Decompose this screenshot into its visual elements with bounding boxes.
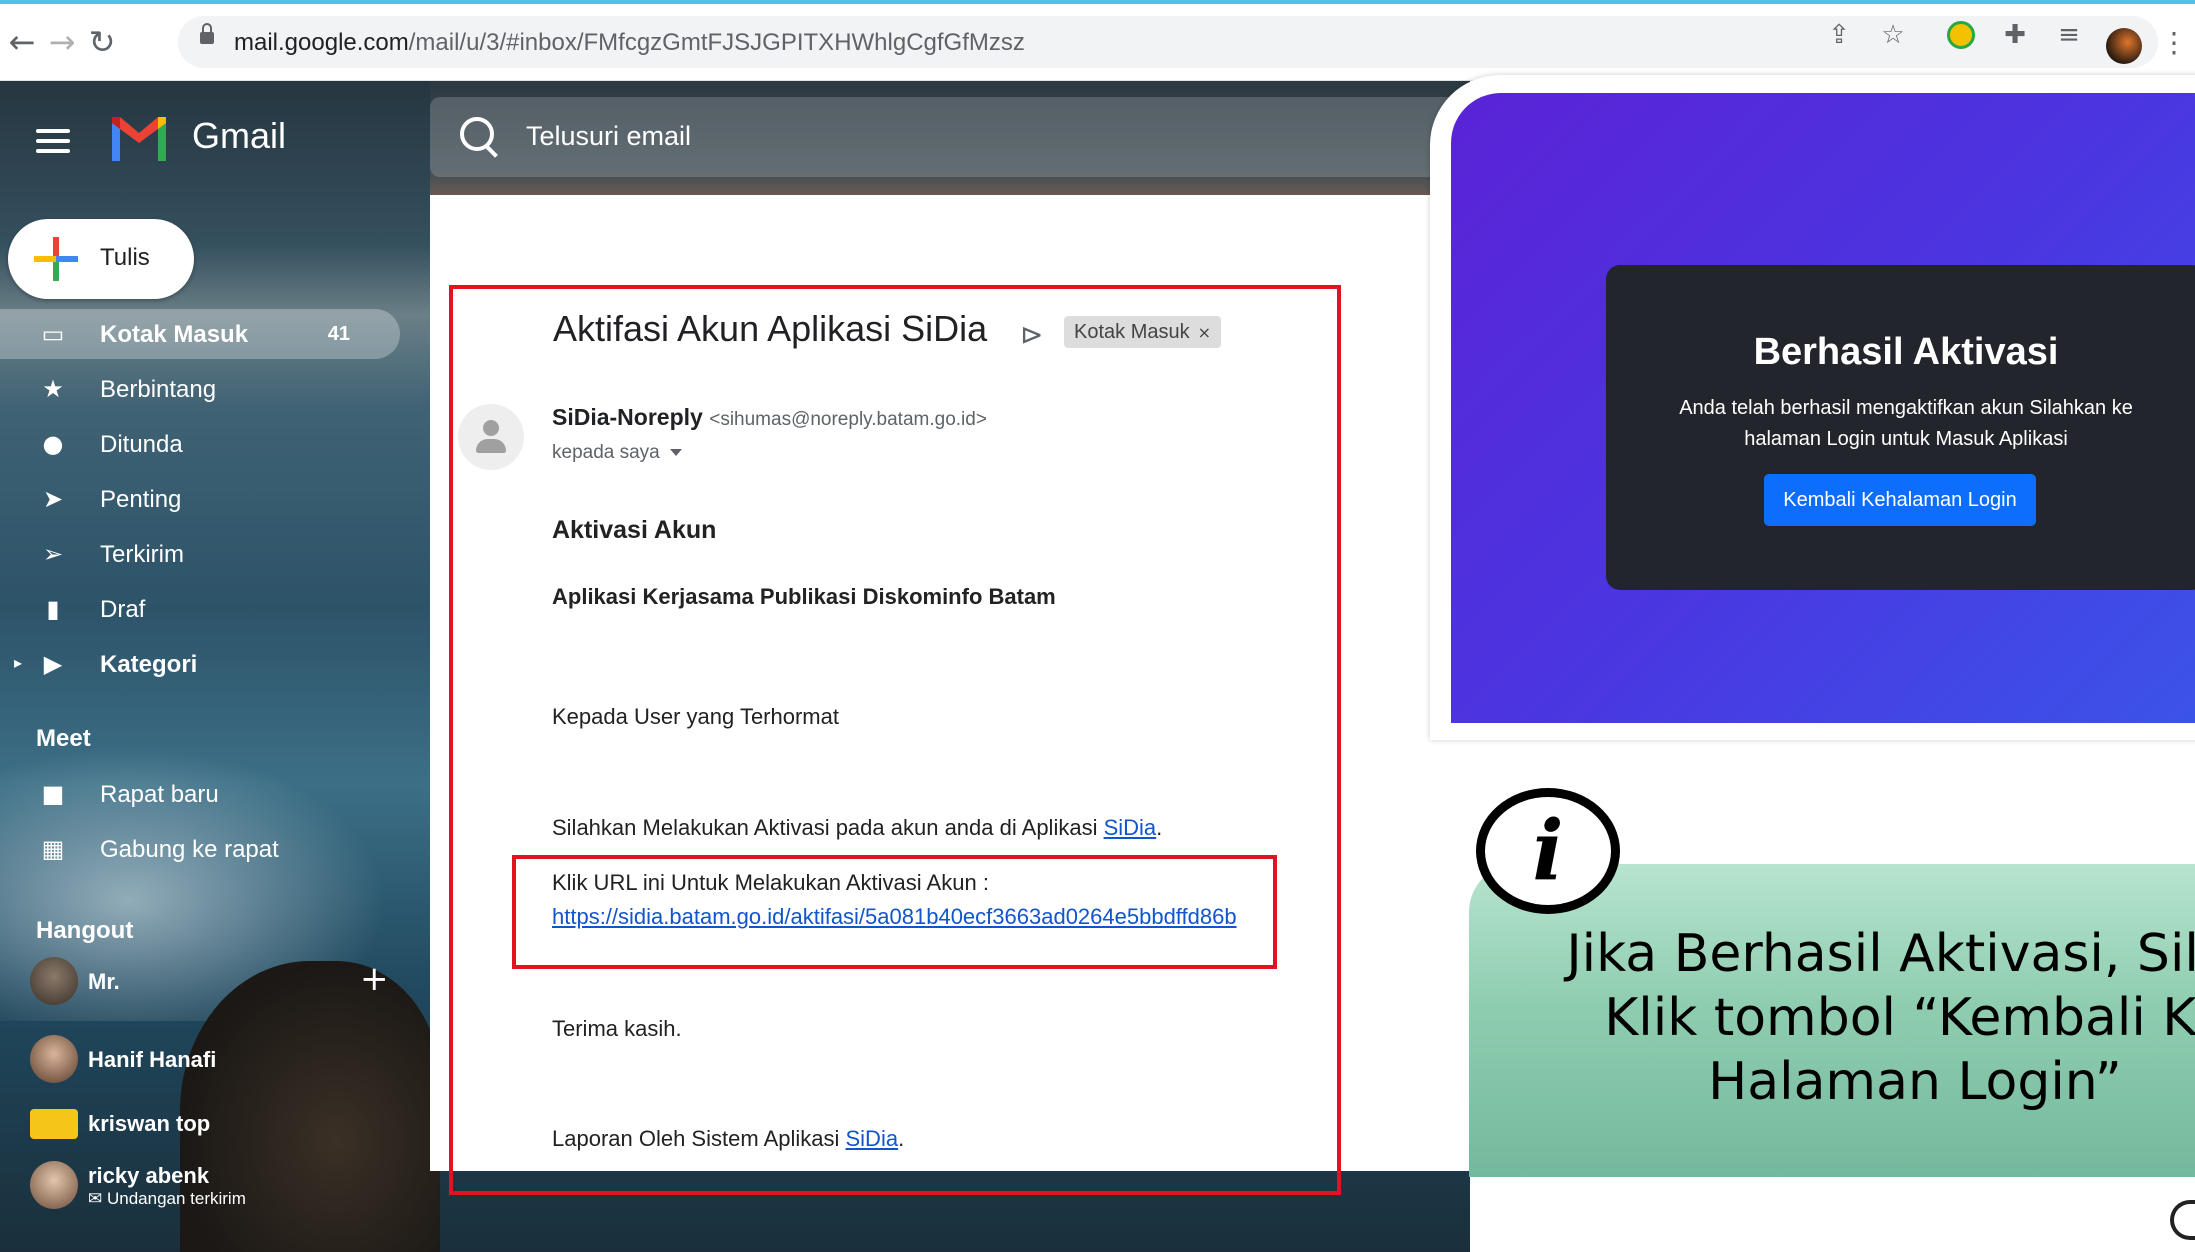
meet-heading: Meet [36, 725, 91, 752]
sidebar-item-label: Ditunda [100, 431, 183, 458]
avatar [30, 957, 78, 1005]
reload-icon[interactable]: ↻ [82, 22, 122, 62]
add-contact-icon[interactable]: + [360, 959, 389, 999]
info-glyph: i [1532, 803, 1564, 899]
search-bar[interactable]: Telusuri email [430, 97, 1470, 177]
avatar [30, 1109, 78, 1139]
info-line: Klik tombol “Kembali Ke [1604, 988, 2195, 1048]
contact-status-text: Undangan terkirim [106, 1189, 246, 1208]
sidebar-item-label: Terkirim [100, 541, 184, 568]
main-menu-icon[interactable] [36, 123, 70, 159]
browser-toolbar: ← → ↻ mail.google.com/mail/u/3/#inbox/FM… [0, 4, 2195, 81]
info-callout-text: Jika Berhasil Aktivasi, Silah Klik tombo… [1480, 922, 2195, 1114]
star-bookmark-icon[interactable]: ☆ [1876, 18, 1910, 52]
lock-icon [200, 23, 214, 44]
hangout-contact[interactable]: kriswan top [30, 1099, 410, 1151]
sidebar-item-snoozed[interactable]: ● Ditunda [0, 419, 400, 469]
inbox-icon: ▭ [41, 320, 65, 348]
url-text[interactable]: mail.google.com/mail/u/3/#inbox/FMfcgzGm… [234, 29, 1025, 57]
important-icon: ➤ [42, 485, 64, 513]
browser-menu-icon[interactable]: ⋮ [2160, 26, 2188, 59]
compose-label: Tulis [100, 244, 150, 271]
sidebar-item-drafts[interactable]: ▮ Draf [0, 584, 400, 634]
hangout-contact[interactable]: Mr. + [30, 957, 410, 1009]
email-highlight-frame [449, 285, 1341, 1195]
compose-plus-icon [34, 237, 78, 281]
star-icon: ★ [42, 375, 64, 403]
url-host: mail.google.com [234, 29, 409, 56]
contact-name: Mr. [88, 969, 120, 994]
sidebar-item-categories[interactable]: ▸ ▶ Kategori [0, 639, 400, 689]
info-line: Halaman Login” [1708, 1052, 2122, 1112]
expand-arrow-icon[interactable]: ▸ [14, 653, 22, 672]
activation-success-card: Berhasil Aktivasi Anda telah berhasil me… [1606, 265, 2195, 590]
label-icon: ▶ [43, 650, 63, 678]
info-line: Jika Berhasil Aktivasi, Silah [1566, 924, 2195, 984]
url-path: /mail/u/3/#inbox/FMfcgzGmtFJSJGPITXHWhlg… [408, 29, 1025, 56]
gmail-logo-icon [112, 117, 166, 161]
share-icon[interactable]: ⇪ [1822, 18, 1856, 52]
meet-join-meeting[interactable]: ▦ Gabung ke rapat [0, 824, 400, 874]
sidebar-item-label: Draf [100, 596, 146, 623]
video-icon: ■ [41, 780, 65, 808]
contact-name: ricky abenk [88, 1163, 210, 1188]
link-highlight-frame [512, 855, 1277, 969]
meet-new-meeting[interactable]: ■ Rapat baru [0, 769, 400, 819]
profile-avatar[interactable] [2106, 28, 2142, 64]
search-placeholder: Telusuri email [526, 121, 692, 151]
clock-icon: ● [42, 430, 64, 458]
avatar [30, 1035, 78, 1083]
compose-button[interactable]: Tulis [8, 219, 194, 299]
contact-name: Hanif Hanafi [88, 1047, 217, 1072]
corner-decoration [2170, 1200, 2195, 1240]
hangout-heading: Hangout [36, 917, 134, 944]
back-to-login-button[interactable]: Kembali Kehalaman Login [1764, 474, 2036, 526]
contact-status: ✉ Undangan terkirim [88, 1189, 246, 1208]
sidebar-item-label: Penting [100, 486, 182, 513]
address-bar[interactable]: mail.google.com/mail/u/3/#inbox/FMfcgzGm… [178, 16, 2158, 68]
draft-icon: ▮ [46, 595, 60, 623]
extensions-puzzle-icon[interactable]: ✚ [1998, 18, 2032, 52]
extension-badge-icon[interactable] [1944, 18, 1978, 52]
sidebar-item-label: Kotak Masuk [100, 321, 249, 348]
meet-item-label: Rapat baru [100, 781, 219, 808]
sidebar-item-label: Berbintang [100, 376, 217, 403]
media-queue-icon[interactable]: ≡ [2052, 18, 2086, 52]
sidebar-item-label: Kategori [100, 651, 198, 678]
meet-item-label: Gabung ke rapat [100, 836, 279, 863]
forward-icon[interactable]: → [42, 22, 82, 62]
back-icon[interactable]: ← [2, 22, 42, 62]
sidebar-item-inbox[interactable]: ▭ Kotak Masuk 41 [0, 309, 400, 359]
activation-title: Berhasil Aktivasi [1753, 331, 2059, 373]
search-icon[interactable] [460, 117, 494, 151]
info-icon: i [1476, 788, 1620, 914]
send-icon: ➢ [42, 540, 64, 568]
hangout-contact[interactable]: ricky abenk ✉ Undangan terkirim [30, 1161, 410, 1213]
keyboard-icon: ▦ [41, 835, 65, 863]
sidebar-item-starred[interactable]: ★ Berbintang [0, 364, 400, 414]
gmail-logo-text: Gmail [192, 115, 287, 156]
inbox-count: 41 [327, 323, 350, 345]
sidebar-item-important[interactable]: ➤ Penting [0, 474, 400, 524]
sidebar-item-sent[interactable]: ➢ Terkirim [0, 529, 400, 579]
activation-message: Anda telah berhasil mengaktifkan akun Si… [1679, 397, 2133, 450]
avatar [30, 1161, 78, 1209]
hangout-contact[interactable]: Hanif Hanafi [30, 1035, 410, 1087]
contact-name: kriswan top [88, 1111, 211, 1136]
